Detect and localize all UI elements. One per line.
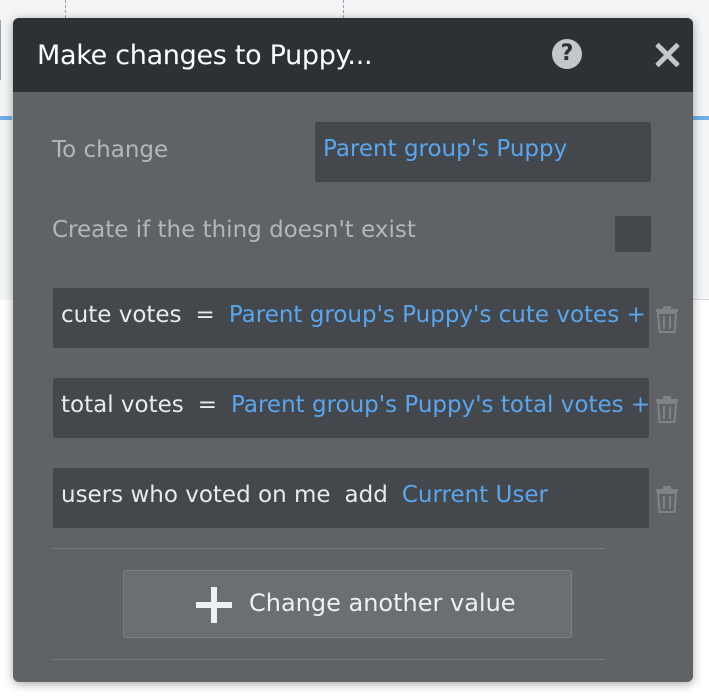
create-if-missing-checkbox[interactable] — [615, 216, 651, 252]
make-changes-dialog: Make changes to Puppy... ? To change Par… — [13, 18, 693, 682]
trash-icon[interactable] — [655, 485, 679, 513]
dialog-title: Make changes to Puppy... — [37, 40, 373, 71]
canvas-element-edge — [0, 20, 1, 80]
change-field-name: cute votes — [61, 302, 182, 328]
change-row-cute-votes[interactable]: cute votes = Parent group's Puppy's cute v… — [53, 288, 649, 348]
change-value-expression[interactable]: Parent group's Puppy's cute votes + 1 — [229, 302, 649, 328]
create-if-missing-label: Create if the thing doesn't exist — [52, 217, 416, 243]
close-x-icon[interactable] — [654, 42, 680, 68]
change-operator: = — [197, 392, 218, 418]
canvas-selection-bar — [0, 116, 12, 120]
change-another-value-button[interactable]: Change another value — [123, 570, 572, 638]
section-divider — [53, 659, 604, 660]
section-divider — [53, 548, 604, 549]
to-change-value: Parent group's Puppy — [323, 136, 568, 162]
canvas-selection-bar — [692, 116, 709, 120]
trash-icon[interactable] — [655, 395, 679, 423]
change-row-total-votes[interactable]: total votes = Parent group's Puppy's total… — [53, 378, 649, 438]
canvas-element-edge — [692, 0, 709, 300]
to-change-field[interactable]: Parent group's Puppy — [315, 122, 651, 182]
to-change-label: To change — [52, 137, 169, 163]
change-field-name: total votes — [61, 392, 184, 418]
canvas-guide-line — [65, 0, 66, 18]
dialog-header: Make changes to Puppy... ? — [13, 18, 693, 92]
canvas-guide-line — [343, 0, 344, 18]
plus-icon — [196, 587, 232, 623]
change-row-users-who-voted[interactable]: users who voted on me add Current User — [53, 468, 649, 528]
change-another-value-label: Change another value — [249, 589, 516, 617]
question-circle-icon[interactable]: ? — [552, 39, 582, 69]
change-value-expression[interactable]: Current User — [402, 482, 548, 508]
change-field-name: users who voted on me — [61, 482, 331, 508]
trash-icon[interactable] — [655, 305, 679, 333]
change-operator: add — [344, 482, 388, 508]
change-operator: = — [195, 302, 215, 328]
change-value-expression[interactable]: Parent group's Puppy's total votes + 1 — [231, 392, 649, 418]
